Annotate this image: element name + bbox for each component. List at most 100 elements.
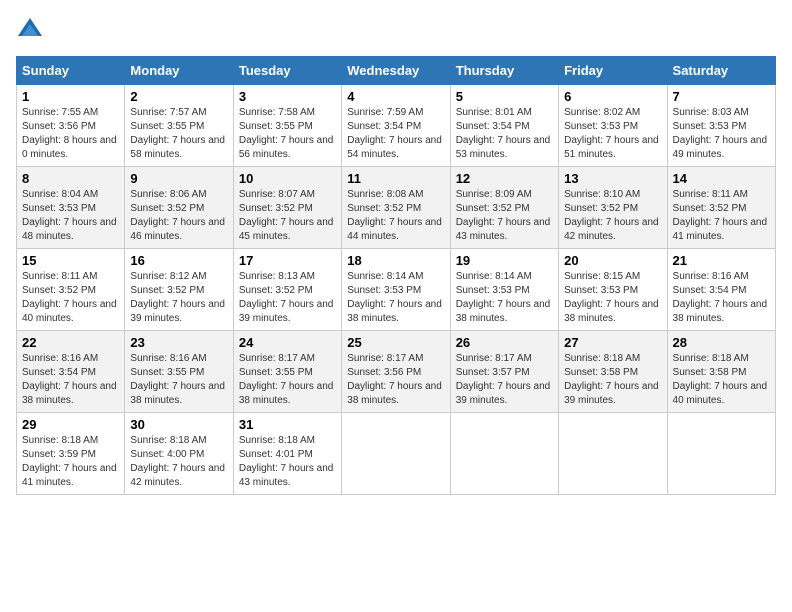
calendar-header-row: SundayMondayTuesdayWednesdayThursdayFrid… (17, 57, 776, 85)
day-cell: 8 Sunrise: 8:04 AMSunset: 3:53 PMDayligh… (17, 167, 125, 249)
day-info: Sunrise: 8:01 AMSunset: 3:54 PMDaylight:… (456, 106, 553, 162)
day-cell: 21 Sunrise: 8:16 AMSunset: 3:54 PMDaylig… (667, 249, 775, 331)
day-number: 8 (22, 171, 119, 186)
day-cell: 2 Sunrise: 7:57 AMSunset: 3:55 PMDayligh… (125, 85, 233, 167)
day-number: 17 (239, 253, 336, 268)
day-cell (342, 413, 450, 495)
day-number: 27 (564, 335, 661, 350)
header-friday: Friday (559, 57, 667, 85)
week-row-2: 8 Sunrise: 8:04 AMSunset: 3:53 PMDayligh… (17, 167, 776, 249)
day-number: 26 (456, 335, 553, 350)
day-info: Sunrise: 8:18 AMSunset: 3:58 PMDaylight:… (673, 352, 770, 408)
header-thursday: Thursday (450, 57, 558, 85)
page-header (16, 16, 776, 44)
day-info: Sunrise: 8:08 AMSunset: 3:52 PMDaylight:… (347, 188, 444, 244)
day-number: 30 (130, 417, 227, 432)
day-number: 22 (22, 335, 119, 350)
day-number: 19 (456, 253, 553, 268)
day-cell: 7 Sunrise: 8:03 AMSunset: 3:53 PMDayligh… (667, 85, 775, 167)
day-number: 7 (673, 89, 770, 104)
day-number: 21 (673, 253, 770, 268)
day-cell: 9 Sunrise: 8:06 AMSunset: 3:52 PMDayligh… (125, 167, 233, 249)
day-cell: 31 Sunrise: 8:18 AMSunset: 4:01 PMDaylig… (233, 413, 341, 495)
day-info: Sunrise: 8:17 AMSunset: 3:56 PMDaylight:… (347, 352, 444, 408)
week-row-4: 22 Sunrise: 8:16 AMSunset: 3:54 PMDaylig… (17, 331, 776, 413)
day-cell: 16 Sunrise: 8:12 AMSunset: 3:52 PMDaylig… (125, 249, 233, 331)
day-number: 3 (239, 89, 336, 104)
day-cell: 12 Sunrise: 8:09 AMSunset: 3:52 PMDaylig… (450, 167, 558, 249)
header-tuesday: Tuesday (233, 57, 341, 85)
day-number: 31 (239, 417, 336, 432)
day-number: 29 (22, 417, 119, 432)
day-number: 4 (347, 89, 444, 104)
day-info: Sunrise: 8:11 AMSunset: 3:52 PMDaylight:… (22, 270, 119, 326)
logo (16, 16, 48, 44)
day-number: 2 (130, 89, 227, 104)
day-number: 25 (347, 335, 444, 350)
day-info: Sunrise: 8:18 AMSunset: 3:59 PMDaylight:… (22, 434, 119, 490)
day-info: Sunrise: 8:12 AMSunset: 3:52 PMDaylight:… (130, 270, 227, 326)
day-number: 5 (456, 89, 553, 104)
day-cell (667, 413, 775, 495)
day-cell: 13 Sunrise: 8:10 AMSunset: 3:52 PMDaylig… (559, 167, 667, 249)
day-info: Sunrise: 7:57 AMSunset: 3:55 PMDaylight:… (130, 106, 227, 162)
day-info: Sunrise: 7:59 AMSunset: 3:54 PMDaylight:… (347, 106, 444, 162)
day-number: 12 (456, 171, 553, 186)
day-info: Sunrise: 8:04 AMSunset: 3:53 PMDaylight:… (22, 188, 119, 244)
day-number: 15 (22, 253, 119, 268)
day-info: Sunrise: 8:16 AMSunset: 3:54 PMDaylight:… (22, 352, 119, 408)
day-cell: 10 Sunrise: 8:07 AMSunset: 3:52 PMDaylig… (233, 167, 341, 249)
day-number: 20 (564, 253, 661, 268)
week-row-1: 1 Sunrise: 7:55 AMSunset: 3:56 PMDayligh… (17, 85, 776, 167)
day-info: Sunrise: 8:18 AMSunset: 4:00 PMDaylight:… (130, 434, 227, 490)
day-info: Sunrise: 8:06 AMSunset: 3:52 PMDaylight:… (130, 188, 227, 244)
day-info: Sunrise: 8:14 AMSunset: 3:53 PMDaylight:… (456, 270, 553, 326)
header-saturday: Saturday (667, 57, 775, 85)
day-number: 1 (22, 89, 119, 104)
day-info: Sunrise: 8:18 AMSunset: 3:58 PMDaylight:… (564, 352, 661, 408)
day-number: 11 (347, 171, 444, 186)
day-cell (559, 413, 667, 495)
day-info: Sunrise: 8:18 AMSunset: 4:01 PMDaylight:… (239, 434, 336, 490)
day-cell: 30 Sunrise: 8:18 AMSunset: 4:00 PMDaylig… (125, 413, 233, 495)
day-info: Sunrise: 8:07 AMSunset: 3:52 PMDaylight:… (239, 188, 336, 244)
day-info: Sunrise: 8:17 AMSunset: 3:55 PMDaylight:… (239, 352, 336, 408)
day-number: 18 (347, 253, 444, 268)
day-cell: 4 Sunrise: 7:59 AMSunset: 3:54 PMDayligh… (342, 85, 450, 167)
day-cell: 14 Sunrise: 8:11 AMSunset: 3:52 PMDaylig… (667, 167, 775, 249)
day-cell: 3 Sunrise: 7:58 AMSunset: 3:55 PMDayligh… (233, 85, 341, 167)
day-cell: 26 Sunrise: 8:17 AMSunset: 3:57 PMDaylig… (450, 331, 558, 413)
day-number: 9 (130, 171, 227, 186)
day-info: Sunrise: 8:13 AMSunset: 3:52 PMDaylight:… (239, 270, 336, 326)
day-info: Sunrise: 8:17 AMSunset: 3:57 PMDaylight:… (456, 352, 553, 408)
day-info: Sunrise: 8:09 AMSunset: 3:52 PMDaylight:… (456, 188, 553, 244)
day-number: 10 (239, 171, 336, 186)
week-row-5: 29 Sunrise: 8:18 AMSunset: 3:59 PMDaylig… (17, 413, 776, 495)
day-info: Sunrise: 8:11 AMSunset: 3:52 PMDaylight:… (673, 188, 770, 244)
day-cell: 24 Sunrise: 8:17 AMSunset: 3:55 PMDaylig… (233, 331, 341, 413)
day-cell: 29 Sunrise: 8:18 AMSunset: 3:59 PMDaylig… (17, 413, 125, 495)
day-number: 13 (564, 171, 661, 186)
header-sunday: Sunday (17, 57, 125, 85)
day-number: 6 (564, 89, 661, 104)
day-cell: 6 Sunrise: 8:02 AMSunset: 3:53 PMDayligh… (559, 85, 667, 167)
day-cell: 22 Sunrise: 8:16 AMSunset: 3:54 PMDaylig… (17, 331, 125, 413)
day-cell: 23 Sunrise: 8:16 AMSunset: 3:55 PMDaylig… (125, 331, 233, 413)
day-cell: 27 Sunrise: 8:18 AMSunset: 3:58 PMDaylig… (559, 331, 667, 413)
week-row-3: 15 Sunrise: 8:11 AMSunset: 3:52 PMDaylig… (17, 249, 776, 331)
day-number: 24 (239, 335, 336, 350)
day-info: Sunrise: 8:03 AMSunset: 3:53 PMDaylight:… (673, 106, 770, 162)
header-wednesday: Wednesday (342, 57, 450, 85)
calendar-table: SundayMondayTuesdayWednesdayThursdayFrid… (16, 56, 776, 495)
day-number: 28 (673, 335, 770, 350)
day-cell: 15 Sunrise: 8:11 AMSunset: 3:52 PMDaylig… (17, 249, 125, 331)
day-cell: 18 Sunrise: 8:14 AMSunset: 3:53 PMDaylig… (342, 249, 450, 331)
logo-icon (16, 16, 44, 44)
day-cell: 28 Sunrise: 8:18 AMSunset: 3:58 PMDaylig… (667, 331, 775, 413)
day-info: Sunrise: 8:15 AMSunset: 3:53 PMDaylight:… (564, 270, 661, 326)
day-number: 14 (673, 171, 770, 186)
day-info: Sunrise: 7:55 AMSunset: 3:56 PMDaylight:… (22, 106, 119, 162)
day-cell: 17 Sunrise: 8:13 AMSunset: 3:52 PMDaylig… (233, 249, 341, 331)
day-cell: 19 Sunrise: 8:14 AMSunset: 3:53 PMDaylig… (450, 249, 558, 331)
header-monday: Monday (125, 57, 233, 85)
